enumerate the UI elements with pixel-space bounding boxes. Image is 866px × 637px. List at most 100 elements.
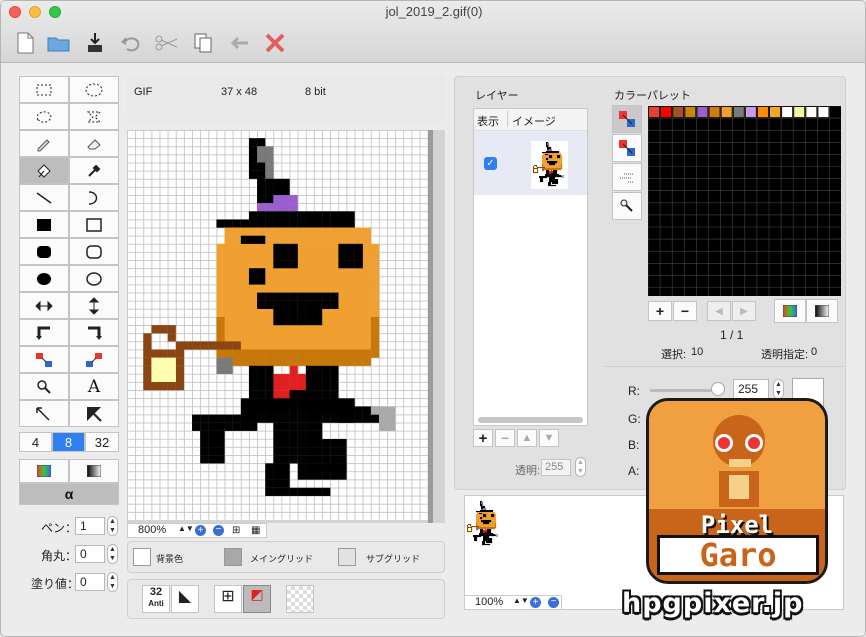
round-stepper[interactable]: ▲ ▼ <box>107 544 118 564</box>
rect-select-icon[interactable] <box>19 76 69 103</box>
sprite-pixel <box>559 155 561 157</box>
opacity-input[interactable]: 255 <box>541 459 571 476</box>
sprite-pixel <box>486 532 488 534</box>
palette-next-button[interactable]: ▶ <box>732 301 756 321</box>
palette-prev-button[interactable]: ◀ <box>707 301 731 321</box>
layer-row[interactable]: ✓ <box>474 131 587 195</box>
layer-scrollbar[interactable] <box>474 415 587 425</box>
eraser-icon[interactable] <box>69 130 119 157</box>
flip-vertical-icon[interactable] <box>69 292 119 319</box>
sprite-pixel <box>484 525 486 527</box>
zoom-in-icon[interactable]: + <box>195 525 206 536</box>
rounded-rect-icon[interactable] <box>69 238 119 265</box>
color-palette-grid[interactable] <box>647 105 842 300</box>
ellipse-select-icon[interactable] <box>69 76 119 103</box>
sprite-pixel <box>297 422 306 431</box>
sprite-pixel <box>550 184 552 186</box>
fill-stepper[interactable]: ▲ ▼ <box>107 572 118 592</box>
sprite-pixel <box>543 161 545 163</box>
pencil-icon[interactable] <box>19 130 69 157</box>
alpha-button[interactable]: α <box>19 483 119 505</box>
bg-color-swatch[interactable] <box>133 548 151 566</box>
filled-rounded-rect-icon[interactable] <box>19 238 69 265</box>
palette-gradient-icon[interactable] <box>612 163 642 191</box>
main-grid-swatch[interactable] <box>224 548 242 566</box>
transparency-icon[interactable] <box>286 585 314 613</box>
anti-alias-button[interactable]: 32 Anti <box>142 585 170 613</box>
rect-icon[interactable] <box>69 211 119 238</box>
preview-zoom-in-icon[interactable]: + <box>530 597 541 608</box>
smooth-edge-icon[interactable]: ◣ <box>171 585 199 613</box>
fill-input[interactable]: 0 <box>75 573 105 591</box>
select-arrow-icon[interactable] <box>69 400 119 427</box>
size-32-button[interactable]: 32 <box>85 432 119 452</box>
zoom-out-icon[interactable]: − <box>213 525 224 536</box>
size-8-button[interactable]: 8 <box>52 432 85 452</box>
preview-zoom-value[interactable]: 100% <box>475 596 503 608</box>
sprite-pixel <box>289 365 298 374</box>
r-slider-knob[interactable] <box>711 382 725 396</box>
zoom-icon[interactable] <box>19 373 69 400</box>
add-color-button[interactable]: + <box>648 301 672 321</box>
delete-icon[interactable] <box>263 31 287 55</box>
paste-icon[interactable] <box>227 31 251 55</box>
curve-icon[interactable] <box>69 184 119 211</box>
copy-icon[interactable] <box>191 31 215 55</box>
undo-icon[interactable] <box>119 31 143 55</box>
open-folder-icon[interactable] <box>47 31 71 55</box>
eyedropper-icon[interactable] <box>69 157 119 184</box>
pen-stepper[interactable]: ▲ ▼ <box>107 516 118 536</box>
sprite-pixel <box>490 527 492 529</box>
zoom-popup-icon[interactable]: ▲▼ <box>178 524 194 533</box>
sprite-pixel <box>481 531 483 533</box>
palette-pick-icon[interactable] <box>612 105 642 133</box>
sub-grid-swatch[interactable] <box>338 548 356 566</box>
move-layer-down-button[interactable]: ▼ <box>539 429 559 447</box>
grid-toggle-icon[interactable]: ⊞ <box>232 525 240 536</box>
move-icon[interactable] <box>19 400 69 427</box>
save-icon[interactable] <box>83 31 107 55</box>
new-doc-icon[interactable] <box>13 31 37 55</box>
line-icon[interactable] <box>19 184 69 211</box>
layer-visible-checkbox[interactable]: ✓ <box>484 157 497 170</box>
sprite-pixel <box>533 167 535 169</box>
palette-eyedropper-icon[interactable] <box>612 192 642 220</box>
replace-color-icon[interactable] <box>69 346 119 373</box>
remove-color-button[interactable]: − <box>673 301 697 321</box>
crop-red-icon[interactable]: ◩ <box>243 585 271 613</box>
rotate-right-icon[interactable] <box>69 319 119 346</box>
sprite-pixel <box>535 170 537 172</box>
round-input[interactable]: 0 <box>75 545 105 563</box>
polygon-select-icon[interactable] <box>69 103 119 130</box>
filled-rect-icon[interactable] <box>19 211 69 238</box>
select-region-icon[interactable]: ⊞ <box>214 585 242 613</box>
filled-ellipse-icon[interactable] <box>19 265 69 292</box>
move-layer-up-button[interactable]: ▲ <box>517 429 537 447</box>
r-value-input[interactable]: 255 <box>733 379 769 399</box>
cut-icon[interactable] <box>155 31 179 55</box>
remove-layer-button[interactable]: − <box>495 429 515 447</box>
subgrid-toggle-icon[interactable]: ▦ <box>251 525 260 536</box>
palette-swap-icon[interactable] <box>612 134 642 162</box>
color-spectrum-icon[interactable] <box>19 459 69 483</box>
preview-zoom-popup-icon[interactable]: ▲▼ <box>513 596 529 605</box>
canvas-scrollbar[interactable] <box>428 130 433 523</box>
gradient-icon[interactable] <box>69 459 119 483</box>
lasso-icon[interactable] <box>19 103 69 130</box>
zoom-value[interactable]: 800% <box>138 524 166 536</box>
swap-color-icon[interactable] <box>19 346 69 373</box>
pen-size-input[interactable]: 1 <box>75 517 105 535</box>
preview-zoom-out-icon[interactable]: − <box>548 597 559 608</box>
size-4-button[interactable]: 4 <box>19 432 52 452</box>
bucket-icon[interactable] <box>19 157 69 184</box>
flip-horizontal-icon[interactable] <box>19 292 69 319</box>
add-layer-button[interactable]: + <box>473 429 493 447</box>
ellipse-icon[interactable] <box>69 265 119 292</box>
text-icon[interactable]: A <box>69 373 119 400</box>
opacity-stepper[interactable]: ▲ ▼ <box>575 457 586 477</box>
palette-gray-icon[interactable] <box>806 299 838 323</box>
rotate-left-icon[interactable] <box>19 319 69 346</box>
r-stepper[interactable]: ▲ ▼ <box>773 379 784 399</box>
palette-spectrum-icon[interactable] <box>774 299 806 323</box>
drawing-canvas[interactable] <box>127 130 445 523</box>
